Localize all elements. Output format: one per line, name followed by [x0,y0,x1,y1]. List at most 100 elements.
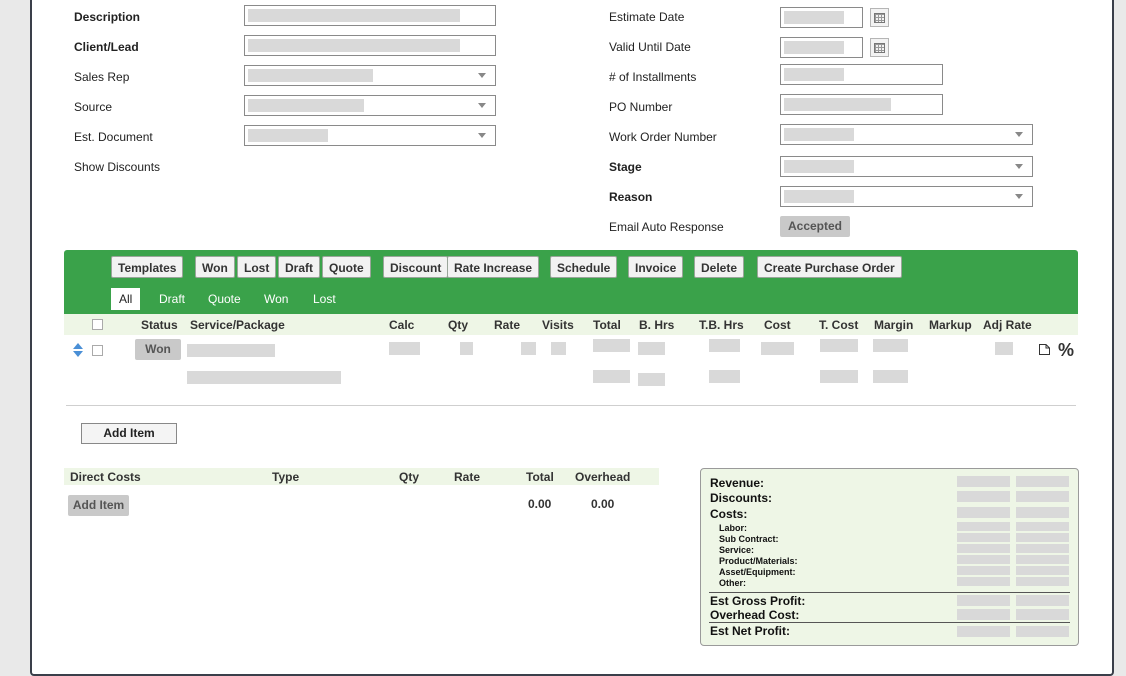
margin-cell [873,339,908,352]
labor-label: Labor: [719,523,747,533]
est-gross-profit-label: Est Gross Profit: [710,594,806,608]
discount-button[interactable]: Discount [383,256,449,278]
sales-rep-label: Sales Rep [74,70,130,84]
adj-rate-cell[interactable] [995,342,1013,355]
estimate-date-input[interactable] [780,7,863,28]
net-profit-value [957,626,1010,637]
chevron-down-icon [478,73,486,78]
calendar-icon[interactable] [870,8,889,27]
installments-label: # of Installments [609,70,697,84]
chevron-down-icon [478,133,486,138]
col-total: Total [593,318,621,332]
calc-cell[interactable] [389,342,420,355]
overhead-cost-value-alt [1016,609,1069,620]
visits-cell[interactable] [551,342,566,355]
col-direct-costs: Direct Costs [70,470,141,484]
won-button[interactable]: Won [195,256,235,278]
est-document-label: Est. Document [74,130,153,144]
est-document-select[interactable] [244,125,496,146]
labor-value [957,522,1010,531]
sub-contract-value-alt [1016,533,1069,542]
stage-label: Stage [609,160,642,174]
b-hrs-cell[interactable] [638,342,665,355]
client-lead-input[interactable] [244,35,496,56]
percent-icon[interactable]: % [1058,340,1074,361]
create-purchase-order-button[interactable]: Create Purchase Order [757,256,902,278]
email-auto-response-value[interactable]: Accepted [780,216,850,237]
description-input[interactable] [244,5,496,26]
filter-tab-quote[interactable]: Quote [208,288,241,310]
gross-profit-value-alt [1016,595,1069,606]
asset-equipment-value-alt [1016,566,1069,575]
lost-button[interactable]: Lost [237,256,277,278]
summary-divider [709,622,1070,623]
col-b-hrs: B. Hrs [639,318,675,332]
discounts-value [957,491,1010,502]
product-materials-value-alt [1016,555,1069,564]
product-materials-value [957,555,1010,564]
work-order-label: Work Order Number [609,130,717,144]
filter-tab-won[interactable]: Won [264,288,288,310]
col-tb-hrs: T.B. Hrs [699,318,744,332]
col-overhead: Overhead [575,470,631,484]
draft-button[interactable]: Draft [278,256,321,278]
reason-select[interactable] [780,186,1033,207]
service-value-alt [1016,544,1069,553]
reorder-handle-icon[interactable] [72,342,84,358]
row-checkbox[interactable] [92,345,103,356]
cost-cell[interactable] [761,342,794,355]
chevron-down-icon [1015,132,1023,137]
costs-value [957,507,1010,518]
chevron-down-icon [478,103,486,108]
col-margin: Margin [874,318,914,332]
rate-increase-button[interactable]: Rate Increase [447,256,540,278]
qty-cell[interactable] [460,342,473,355]
filter-tab-lost[interactable]: Lost [313,288,336,310]
reason-label: Reason [609,190,653,204]
chevron-down-icon [1015,164,1023,169]
direct-costs-add-item-button[interactable]: Add Item [68,495,129,516]
filter-tab-all[interactable]: All [111,288,141,310]
select-all-checkbox[interactable] [92,319,103,330]
show-discounts-label: Show Discounts [74,160,161,174]
direct-costs-header [64,468,659,485]
quote-button[interactable]: Quote [322,256,371,278]
source-select[interactable] [244,95,496,116]
calendar-icon[interactable] [870,38,889,57]
service-description-cell[interactable] [187,371,341,384]
client-lead-label: Client/Lead [74,40,139,54]
status-badge[interactable]: Won [135,339,181,360]
col-rate: Rate [454,470,481,484]
overhead-cost-label: Overhead Cost: [710,608,800,622]
rate-cell[interactable] [521,342,536,355]
revenue-value-alt [1016,476,1069,487]
costs-value-alt [1016,507,1069,518]
valid-until-input[interactable] [780,37,863,58]
email-auto-response-label: Email Auto Response [609,220,724,234]
templates-button[interactable]: Templates [111,256,184,278]
margin-cell [873,370,908,383]
service-package-cell[interactable] [187,344,275,357]
sales-rep-select[interactable] [244,65,496,86]
service-value [957,544,1010,553]
note-icon[interactable] [1038,343,1051,356]
sub-contract-label: Sub Contract: [719,534,779,544]
add-item-button[interactable]: Add Item [81,423,177,444]
schedule-button[interactable]: Schedule [550,256,618,278]
col-visits: Visits [542,318,574,332]
summary-divider [709,592,1070,593]
col-qty: Qty [399,470,420,484]
invoice-button[interactable]: Invoice [628,256,684,278]
po-number-input[interactable] [780,94,943,115]
discounts-value-alt [1016,491,1069,502]
t-cost-cell [820,370,858,383]
col-calc: Calc [389,318,415,332]
delete-button[interactable]: Delete [694,256,745,278]
total-cell [593,339,630,352]
filter-tab-draft[interactable]: Draft [159,288,185,310]
work-order-select[interactable] [780,124,1033,145]
stage-select[interactable] [780,156,1033,177]
installments-input[interactable] [780,64,943,85]
chevron-down-icon [1015,194,1023,199]
gross-profit-value [957,595,1010,606]
